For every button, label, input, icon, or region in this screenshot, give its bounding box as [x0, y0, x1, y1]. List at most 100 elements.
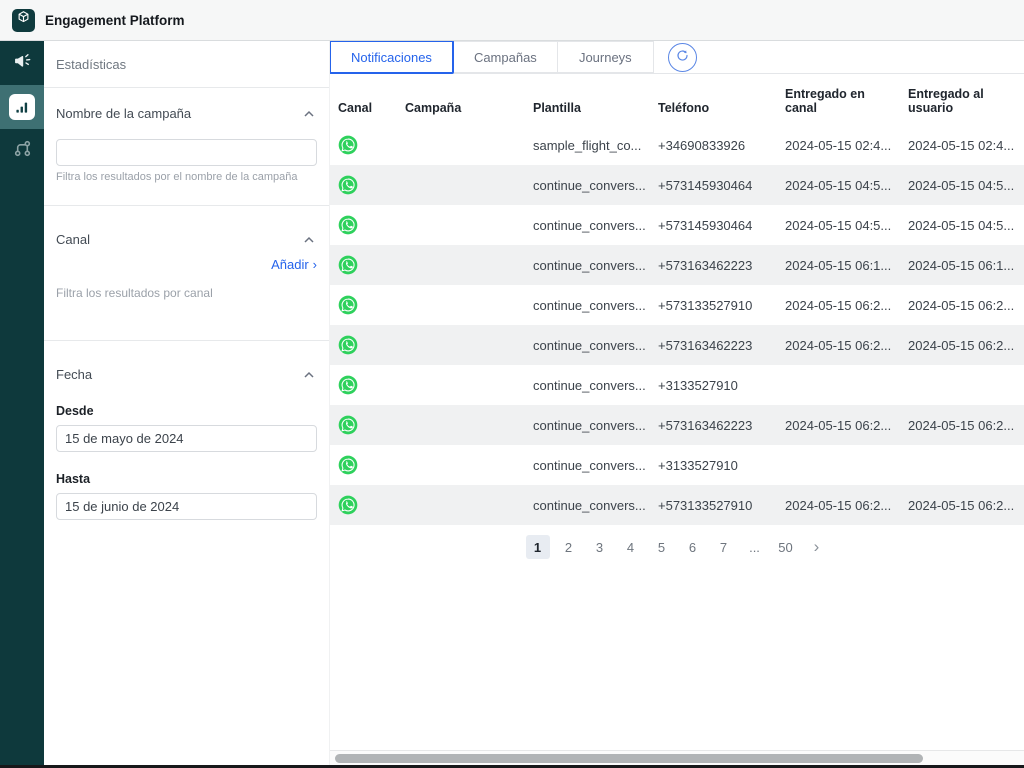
cell-campaign: [405, 165, 533, 205]
date-to-input[interactable]: [56, 493, 317, 520]
whatsapp-icon: [338, 375, 399, 395]
cell-delivered-channel: [785, 445, 908, 485]
date-to-label: Hasta: [56, 472, 317, 486]
pagination-ellipsis: ...: [743, 535, 767, 559]
filter-panel: Estadísticas Nombre de la campaña Filtra…: [44, 41, 330, 765]
pagination-page-3[interactable]: 3: [588, 535, 612, 559]
filter-campaign-name: Nombre de la campaña Filtra los resultad…: [44, 88, 329, 206]
chevron-up-icon: [303, 232, 315, 247]
whatsapp-icon: [338, 295, 399, 315]
app-window: Engagement Platform: [0, 0, 1024, 768]
cell-delivered-channel: 2024-05-15 06:2...: [785, 485, 908, 525]
notifications-table: CanalCampañaPlantillaTeléfonoEntregado e…: [330, 81, 1024, 525]
cell-template: continue_convers...: [533, 245, 658, 285]
pagination-page-1[interactable]: 1: [526, 535, 550, 559]
cell-template: continue_convers...: [533, 165, 658, 205]
cell-campaign: [405, 285, 533, 325]
table-row: continue_convers... +573145930464 2024-0…: [330, 165, 1024, 205]
cell-campaign: [405, 485, 533, 525]
app-title: Engagement Platform: [45, 13, 185, 28]
whatsapp-icon: [338, 135, 399, 155]
whatsapp-icon: [338, 495, 399, 515]
tab-campañas[interactable]: Campañas: [454, 41, 558, 73]
campaign-name-input[interactable]: [56, 139, 317, 166]
cell-template: continue_convers...: [533, 205, 658, 245]
cell-delivered-channel: 2024-05-15 06:2...: [785, 285, 908, 325]
cell-phone: +573163462223: [658, 325, 785, 365]
cell-phone: +573145930464: [658, 205, 785, 245]
cell-delivered-channel: 2024-05-15 06:1...: [785, 245, 908, 285]
cell-campaign: [405, 205, 533, 245]
pagination-page-5[interactable]: 5: [650, 535, 674, 559]
cell-template: continue_convers...: [533, 485, 658, 525]
cell-phone: +3133527910: [658, 365, 785, 405]
tab-journeys[interactable]: Journeys: [558, 41, 654, 73]
sidebar-item-statistics[interactable]: [0, 85, 44, 129]
cell-template: continue_convers...: [533, 365, 658, 405]
cell-campaign: [405, 325, 533, 365]
pagination-page-7[interactable]: 7: [712, 535, 736, 559]
pagination-page-50[interactable]: 50: [774, 535, 798, 559]
journey-icon: [12, 138, 33, 164]
cell-delivered-channel: 2024-05-15 04:5...: [785, 205, 908, 245]
cell-delivered-channel: 2024-05-15 04:5...: [785, 165, 908, 205]
page-title: Estadísticas: [44, 41, 329, 88]
channel-helper-text: Filtra los resultados por canal: [56, 286, 317, 300]
chevron-up-icon: [303, 106, 315, 121]
add-channel-link[interactable]: Añadir ›: [56, 257, 317, 272]
collapse-campaign-filter-button[interactable]: [301, 104, 317, 123]
cell-delivered-user: 2024-05-15 02:4...: [908, 125, 1024, 165]
cell-delivered-user: [908, 445, 1024, 485]
cell-delivered-channel: [785, 365, 908, 405]
pagination-next-button[interactable]: ›: [805, 535, 829, 559]
table-body: sample_flight_co... +34690833926 2024-05…: [330, 125, 1024, 525]
cell-phone: +34690833926: [658, 125, 785, 165]
cell-delivered-user: 2024-05-15 06:2...: [908, 405, 1024, 445]
cell-delivered-user: 2024-05-15 06:1...: [908, 245, 1024, 285]
table-row: continue_convers... +573163462223 2024-0…: [330, 245, 1024, 285]
table-row: continue_convers... +573145930464 2024-0…: [330, 205, 1024, 245]
cell-campaign: [405, 365, 533, 405]
tab-notificaciones[interactable]: Notificaciones: [330, 41, 454, 74]
column-header: Entregado al usuario: [908, 81, 1024, 125]
cell-phone: +3133527910: [658, 445, 785, 485]
horizontal-scrollbar[interactable]: [330, 750, 1024, 765]
refresh-button[interactable]: [668, 43, 697, 72]
pagination-page-6[interactable]: 6: [681, 535, 705, 559]
collapse-channel-filter-button[interactable]: [301, 230, 317, 249]
table-header-row: CanalCampañaPlantillaTeléfonoEntregado e…: [330, 81, 1024, 125]
cell-campaign: [405, 125, 533, 165]
cell-delivered-user: 2024-05-15 06:2...: [908, 325, 1024, 365]
column-header: Entregado en canal: [785, 81, 908, 125]
table-row: sample_flight_co... +34690833926 2024-05…: [330, 125, 1024, 165]
chevron-up-icon: [303, 367, 315, 382]
scrollbar-thumb[interactable]: [335, 754, 923, 763]
cell-template: sample_flight_co...: [533, 125, 658, 165]
sidebar-item-journeys[interactable]: [0, 129, 44, 173]
table-row: continue_convers... +3133527910: [330, 365, 1024, 405]
sidebar-item-campaigns[interactable]: [0, 41, 44, 85]
topbar: Engagement Platform: [0, 0, 1024, 41]
bar-chart-icon: [9, 94, 35, 120]
whatsapp-icon: [338, 175, 399, 195]
collapse-date-filter-button[interactable]: [301, 365, 317, 384]
app-logo: [12, 9, 35, 32]
cell-phone: +573133527910: [658, 285, 785, 325]
cell-phone: +573163462223: [658, 245, 785, 285]
date-from-input[interactable]: [56, 425, 317, 452]
column-header: Teléfono: [658, 81, 785, 125]
cell-campaign: [405, 405, 533, 445]
cell-delivered-channel: 2024-05-15 06:2...: [785, 405, 908, 445]
campaign-name-filter-title: Nombre de la campaña: [56, 106, 191, 121]
table-row: continue_convers... +573163462223 2024-0…: [330, 325, 1024, 365]
cell-template: continue_convers...: [533, 285, 658, 325]
cube-icon: [16, 10, 31, 30]
pagination-page-4[interactable]: 4: [619, 535, 643, 559]
cell-delivered-user: [908, 365, 1024, 405]
pagination-page-2[interactable]: 2: [557, 535, 581, 559]
cell-delivered-user: 2024-05-15 04:5...: [908, 205, 1024, 245]
column-header: Plantilla: [533, 81, 658, 125]
column-header: Campaña: [405, 81, 533, 125]
cell-delivered-user: 2024-05-15 06:2...: [908, 485, 1024, 525]
table-row: continue_convers... +573133527910 2024-0…: [330, 485, 1024, 525]
